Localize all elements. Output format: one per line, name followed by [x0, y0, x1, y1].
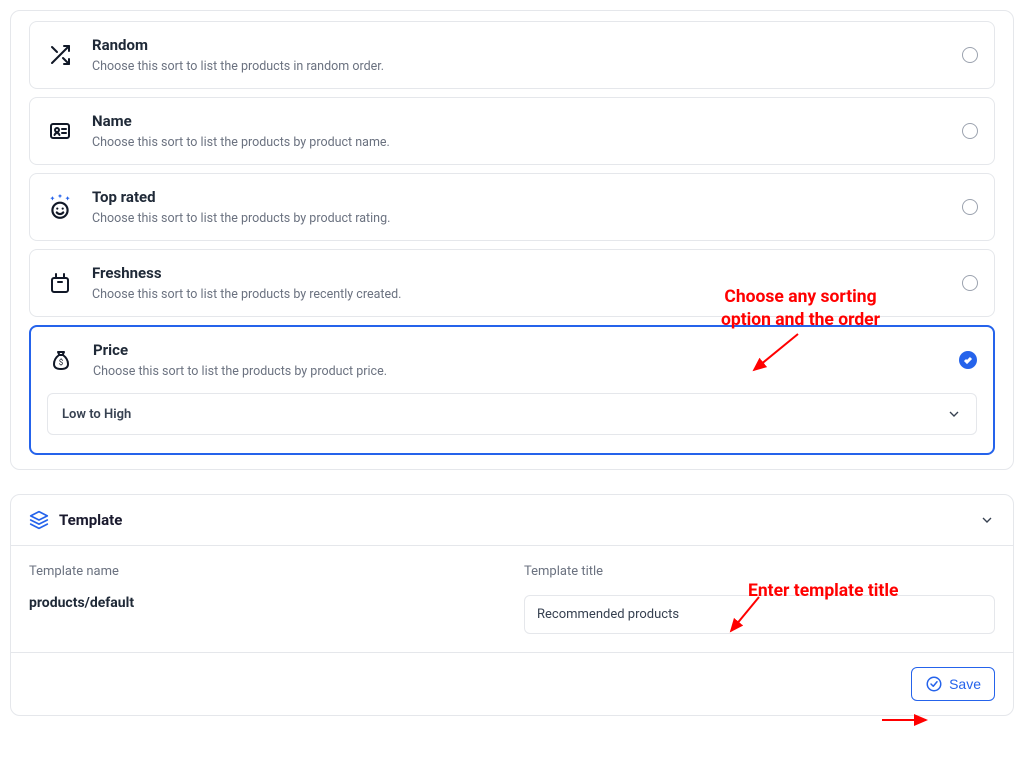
template-title-label: Template title	[524, 564, 995, 579]
check-circle-icon	[925, 675, 943, 693]
sort-option-random[interactable]: Random Choose this sort to list the prod…	[29, 21, 995, 89]
radio-unchecked-icon	[962, 123, 978, 139]
chevron-down-icon	[946, 406, 962, 422]
sort-option-desc: Choose this sort to list the products in…	[92, 59, 944, 74]
radio-unchecked-icon	[962, 199, 978, 215]
sort-panel: Random Choose this sort to list the prod…	[10, 10, 1014, 470]
svg-text:$: $	[59, 358, 64, 367]
sort-order-selected: Low to High	[62, 407, 131, 422]
chevron-down-icon	[979, 512, 995, 528]
sort-option-title: Top rated	[92, 188, 944, 206]
layers-icon	[29, 510, 49, 530]
template-panel: Template Template name products/default …	[10, 494, 1014, 716]
sort-option-title: Name	[92, 112, 944, 130]
sort-option-desc: Choose this sort to list the products by…	[92, 211, 944, 226]
sort-option-top-rated[interactable]: Top rated Choose this sort to list the p…	[29, 173, 995, 241]
template-name-label: Template name	[29, 564, 500, 579]
save-button[interactable]: Save	[911, 667, 995, 701]
sort-option-price[interactable]: $ Price Choose this sort to list the pro…	[29, 325, 995, 455]
sort-option-title: Random	[92, 36, 944, 54]
money-bag-icon: $	[47, 346, 75, 374]
radio-unchecked-icon	[962, 47, 978, 63]
sort-option-title: Price	[93, 341, 941, 359]
radio-checked-icon	[959, 351, 977, 369]
radio-unchecked-icon	[962, 275, 978, 291]
shuffle-icon	[46, 41, 74, 69]
package-icon	[46, 269, 74, 297]
sort-order-dropdown[interactable]: Low to High	[47, 393, 977, 435]
template-name-value: products/default	[29, 595, 500, 611]
sort-option-name[interactable]: Name Choose this sort to list the produc…	[29, 97, 995, 165]
id-card-icon	[46, 117, 74, 145]
sort-option-desc: Choose this sort to list the products by…	[92, 135, 944, 150]
template-heading: Template	[59, 511, 969, 529]
sort-option-desc: Choose this sort to list the products by…	[93, 364, 941, 379]
annotation-sort: Choose any sorting option and the order	[721, 286, 880, 332]
sort-option-title: Freshness	[92, 264, 944, 282]
smile-stars-icon	[46, 193, 74, 221]
annotation-title: Enter template title	[748, 581, 898, 601]
template-header[interactable]: Template	[11, 495, 1013, 545]
